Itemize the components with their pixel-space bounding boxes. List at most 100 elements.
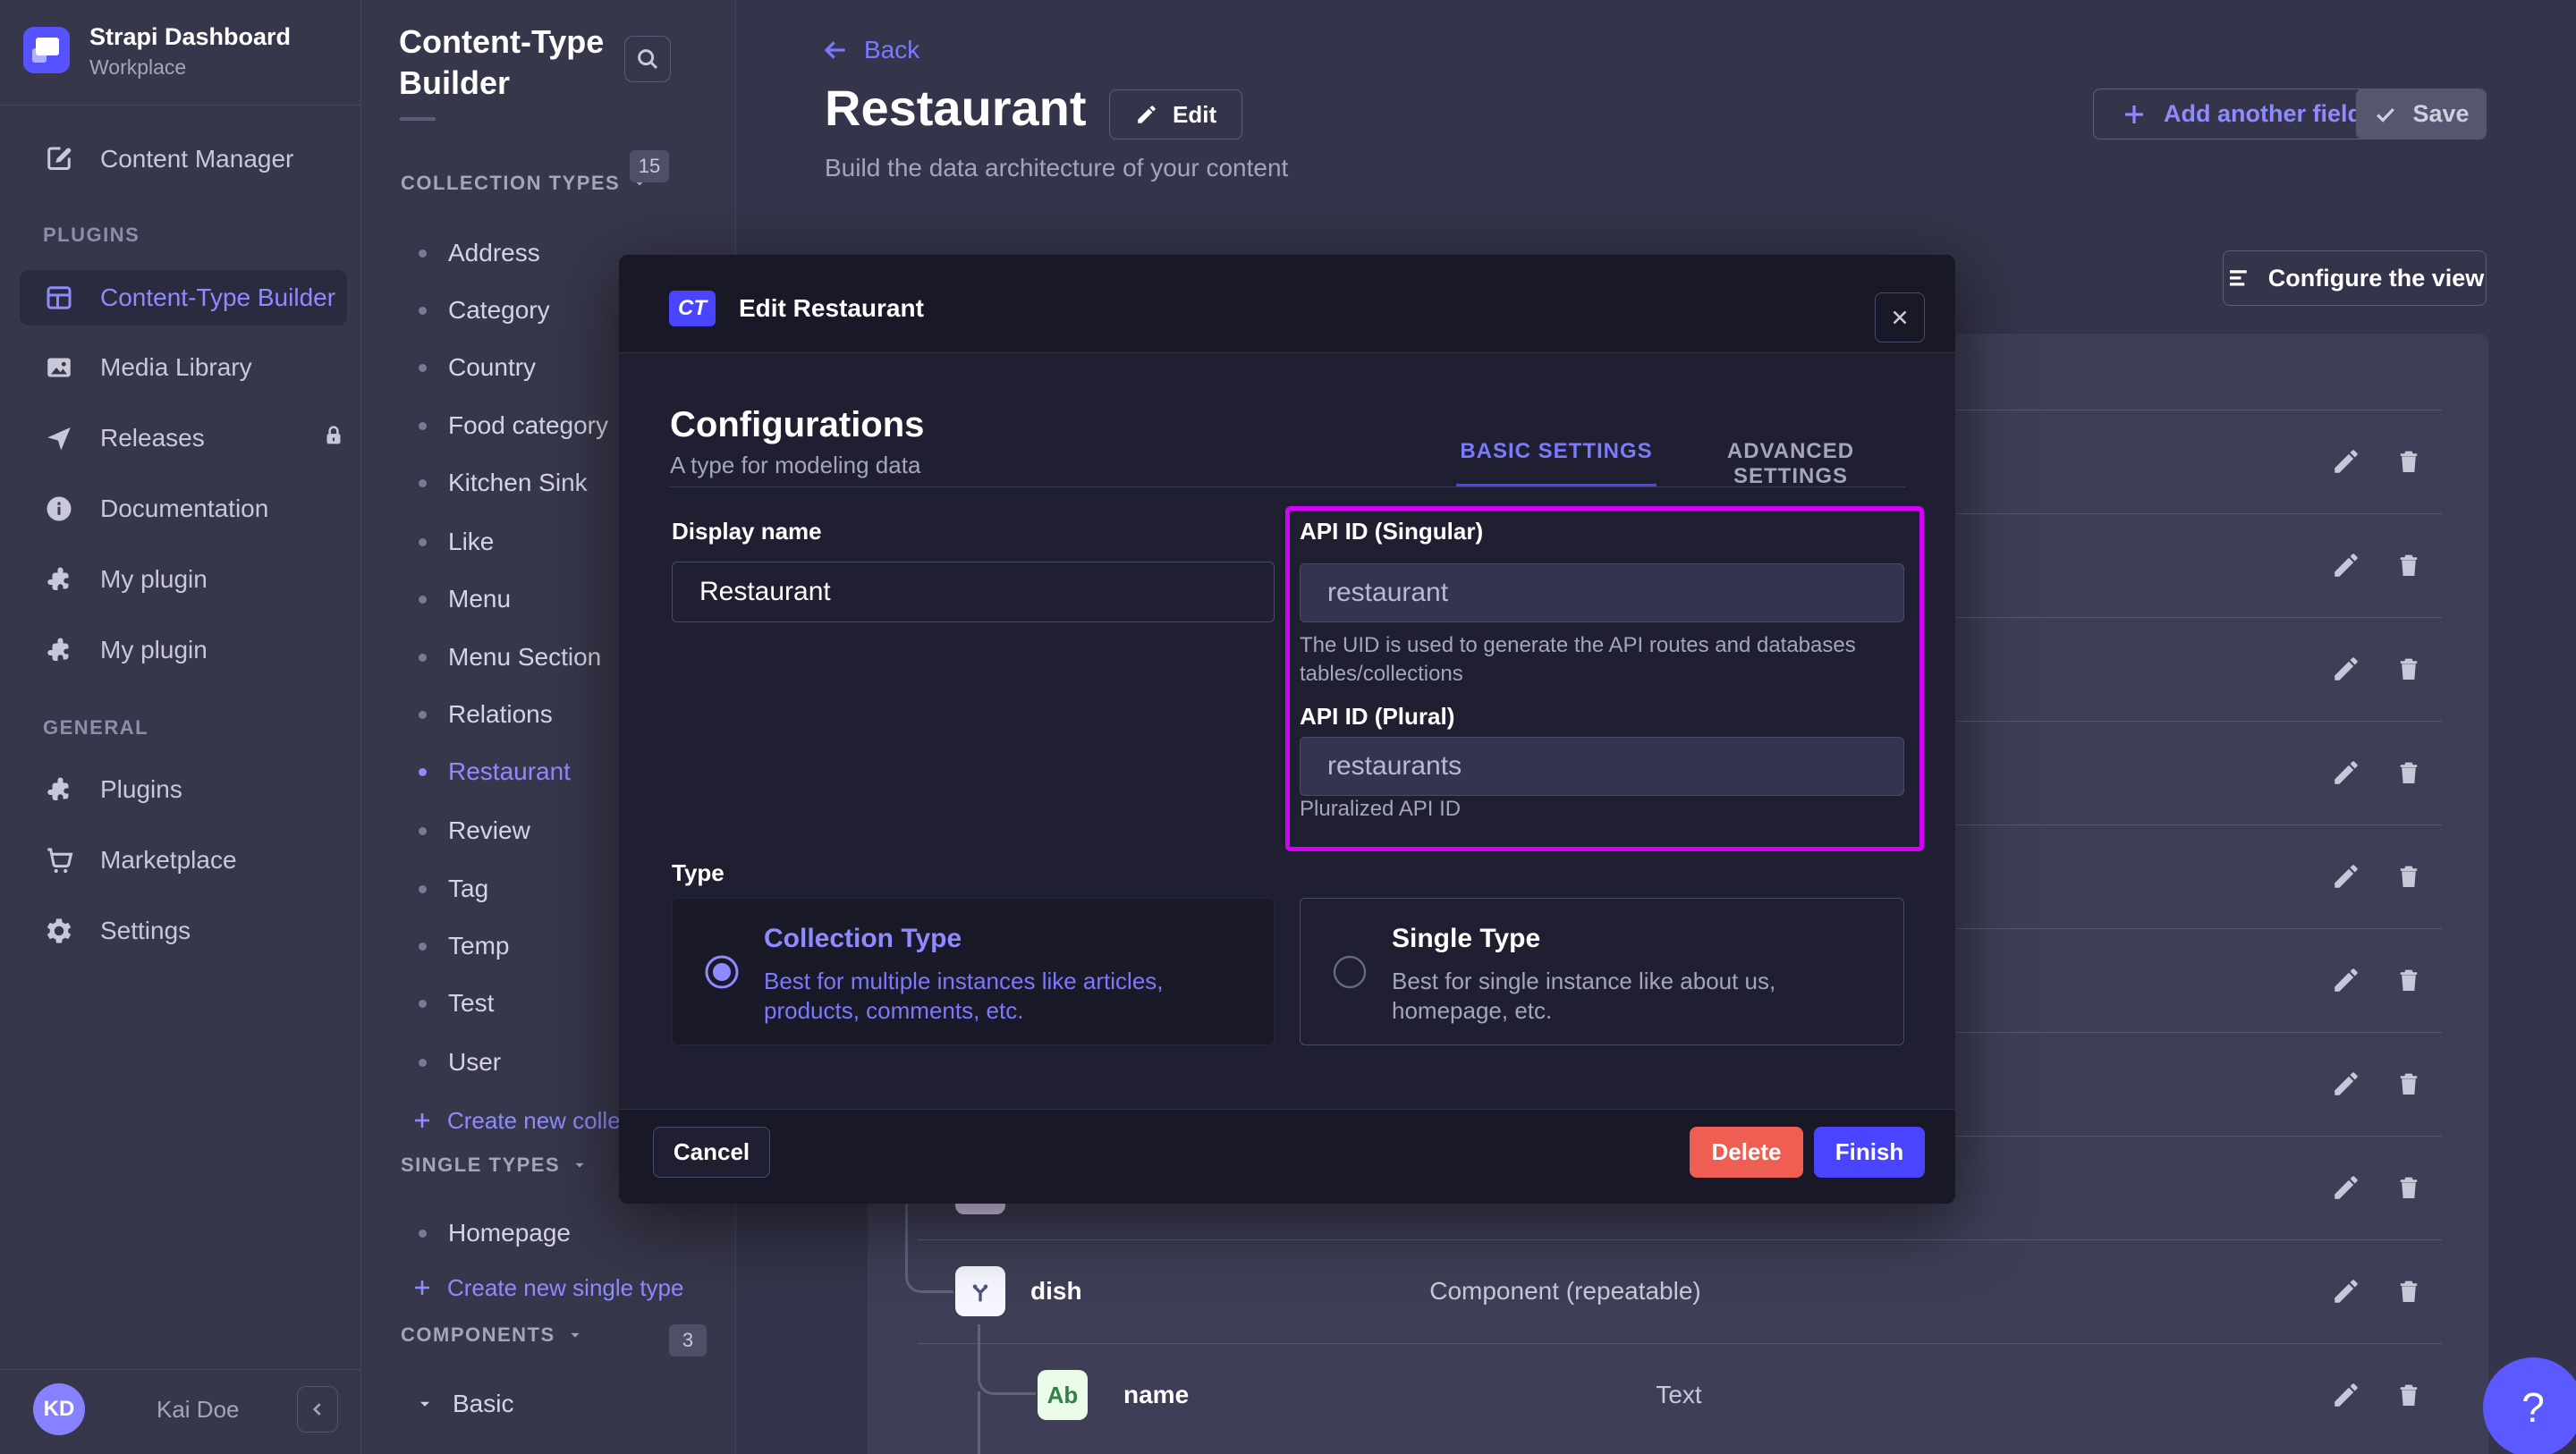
delete-field-icon[interactable] (2394, 1276, 2424, 1306)
collection-item-label: Menu (448, 585, 511, 613)
sidebar-item-plugins[interactable]: Plugins (0, 765, 361, 815)
finish-button[interactable]: Finish (1814, 1127, 1925, 1178)
sidebar-item-label: My plugin (100, 636, 208, 664)
components-header[interactable]: COMPONENTS (401, 1322, 584, 1348)
delete-field-icon[interactable] (2394, 446, 2424, 477)
edit-field-icon[interactable] (2331, 1069, 2361, 1099)
delete-field-icon[interactable] (2394, 757, 2424, 788)
configurations-heading: Configurations (670, 405, 924, 445)
radio-selected-icon[interactable] (703, 953, 741, 991)
edit-field-icon[interactable] (2331, 1172, 2361, 1203)
single-item-homepage[interactable]: Homepage (361, 1213, 736, 1253)
sidebar-item-label: Content Manager (100, 145, 293, 173)
sidebar-section-general: GENERAL (43, 716, 148, 740)
configure-view-button[interactable]: Configure the view (2223, 250, 2487, 306)
create-single-type-link[interactable]: Create new single type (361, 1268, 736, 1307)
sidebar-item-my-plugin-1[interactable]: My plugin (0, 554, 361, 604)
delete-field-icon[interactable] (2394, 1380, 2424, 1410)
bullet-icon (419, 596, 427, 604)
text-field-badge: Ab (1038, 1370, 1088, 1420)
tab-advanced-settings[interactable]: ADVANCED SETTINGS (1683, 439, 1898, 489)
bullet-icon (419, 943, 427, 951)
user-name: Kai Doe (157, 1396, 240, 1424)
back-link[interactable]: Back (821, 36, 919, 64)
display-name-input[interactable] (672, 562, 1275, 622)
collapse-sidebar-button[interactable] (297, 1386, 338, 1433)
edit-field-icon[interactable] (2331, 861, 2361, 892)
edit-field-icon[interactable] (2331, 1380, 2361, 1410)
edit-field-icon[interactable] (2331, 757, 2361, 788)
configurations-subheading: A type for modeling data (670, 452, 920, 479)
sidebar-item-settings[interactable]: Settings (0, 906, 361, 956)
display-name-label: Display name (672, 518, 822, 545)
delete-field-icon[interactable] (2394, 1069, 2424, 1099)
delete-field-icon[interactable] (2394, 654, 2424, 684)
sidebar-item-media-library[interactable]: Media Library (0, 342, 361, 393)
save-button-label: Save (2412, 100, 2469, 128)
delete-field-icon[interactable] (2394, 965, 2424, 995)
collection-types-label: COLLECTION TYPES (401, 172, 620, 195)
edit-field-icon[interactable] (2331, 550, 2361, 580)
bullet-icon (419, 1000, 427, 1008)
add-another-field-button[interactable]: Add another field (2093, 89, 2390, 139)
component-group-basic[interactable]: Basic (361, 1384, 736, 1424)
save-button[interactable]: Save (2356, 89, 2487, 139)
radio-unselected-icon[interactable] (1331, 953, 1368, 991)
delete-field-icon[interactable] (2394, 550, 2424, 580)
strapi-logo[interactable] (23, 27, 70, 73)
sidebar-item-my-plugin-2[interactable]: My plugin (0, 625, 361, 675)
bullet-icon (419, 711, 427, 719)
delete-field-icon[interactable] (2394, 1172, 2424, 1203)
search-button[interactable] (624, 36, 671, 82)
avatar[interactable]: KD (33, 1383, 85, 1435)
collection-count-badge: 15 (630, 150, 669, 182)
help-button[interactable]: ? (2483, 1357, 2576, 1454)
sidebar-item-content-manager[interactable]: Content Manager (0, 134, 361, 184)
field-name: dish (1030, 1277, 1082, 1306)
modal-title: Edit Restaurant (739, 294, 924, 323)
bullet-icon (419, 364, 427, 372)
field-name: name (1123, 1381, 1189, 1409)
single-item-label: Homepage (448, 1219, 571, 1247)
cancel-button[interactable]: Cancel (653, 1127, 770, 1178)
plus-icon (411, 1110, 433, 1131)
sidebar-item-label: Plugins (100, 775, 182, 804)
chevron-left-icon (306, 1398, 329, 1421)
single-type-card[interactable]: Single Type Best for single instance lik… (1300, 898, 1904, 1045)
sidebar-item-marketplace[interactable]: Marketplace (0, 835, 361, 885)
delete-button[interactable]: Delete (1690, 1127, 1803, 1178)
bullet-icon (419, 538, 427, 546)
sidebar-item-releases[interactable]: Releases (0, 413, 361, 463)
sidebar-section-plugins: PLUGINS (43, 224, 140, 247)
chevron-down-icon (566, 1326, 584, 1344)
sidebar-item-documentation[interactable]: Documentation (0, 484, 361, 534)
collection-item-label: Tag (448, 875, 488, 903)
sidebar-item-label: Documentation (100, 495, 268, 523)
edit-field-icon[interactable] (2331, 965, 2361, 995)
collection-types-header[interactable]: COLLECTION TYPES (401, 170, 648, 197)
main-sidebar: Strapi Dashboard Workplace Content Manag… (0, 0, 361, 1454)
edit-field-icon[interactable] (2331, 446, 2361, 477)
sidebar-item-content-type-builder[interactable]: Content-Type Builder (0, 273, 361, 323)
collection-type-card[interactable]: Collection Type Best for multiple instan… (672, 898, 1275, 1045)
tree-connector (905, 1204, 953, 1293)
api-id-highlight-box (1285, 506, 1924, 851)
delete-field-icon[interactable] (2394, 861, 2424, 892)
lock-icon (320, 422, 347, 449)
pencil-icon (1135, 103, 1158, 126)
collection-item-label: Like (448, 528, 494, 556)
tree-connector (978, 1391, 980, 1454)
edit-field-icon[interactable] (2331, 1276, 2361, 1306)
field-type: Text (1518, 1381, 1840, 1409)
single-types-label: SINGLE TYPES (401, 1154, 560, 1177)
collection-type-title: Collection Type (764, 924, 1247, 954)
collection-item-label: Address (448, 239, 540, 267)
collection-item-label: Category (448, 296, 550, 325)
close-modal-button[interactable] (1875, 292, 1925, 342)
tab-basic-settings[interactable]: BASIC SETTINGS (1456, 439, 1657, 464)
bullet-icon (419, 885, 427, 893)
edit-field-icon[interactable] (2331, 654, 2361, 684)
edit-button[interactable]: Edit (1109, 89, 1242, 139)
single-types-header[interactable]: SINGLE TYPES (401, 1152, 589, 1179)
page-title: Restaurant (825, 79, 1087, 137)
